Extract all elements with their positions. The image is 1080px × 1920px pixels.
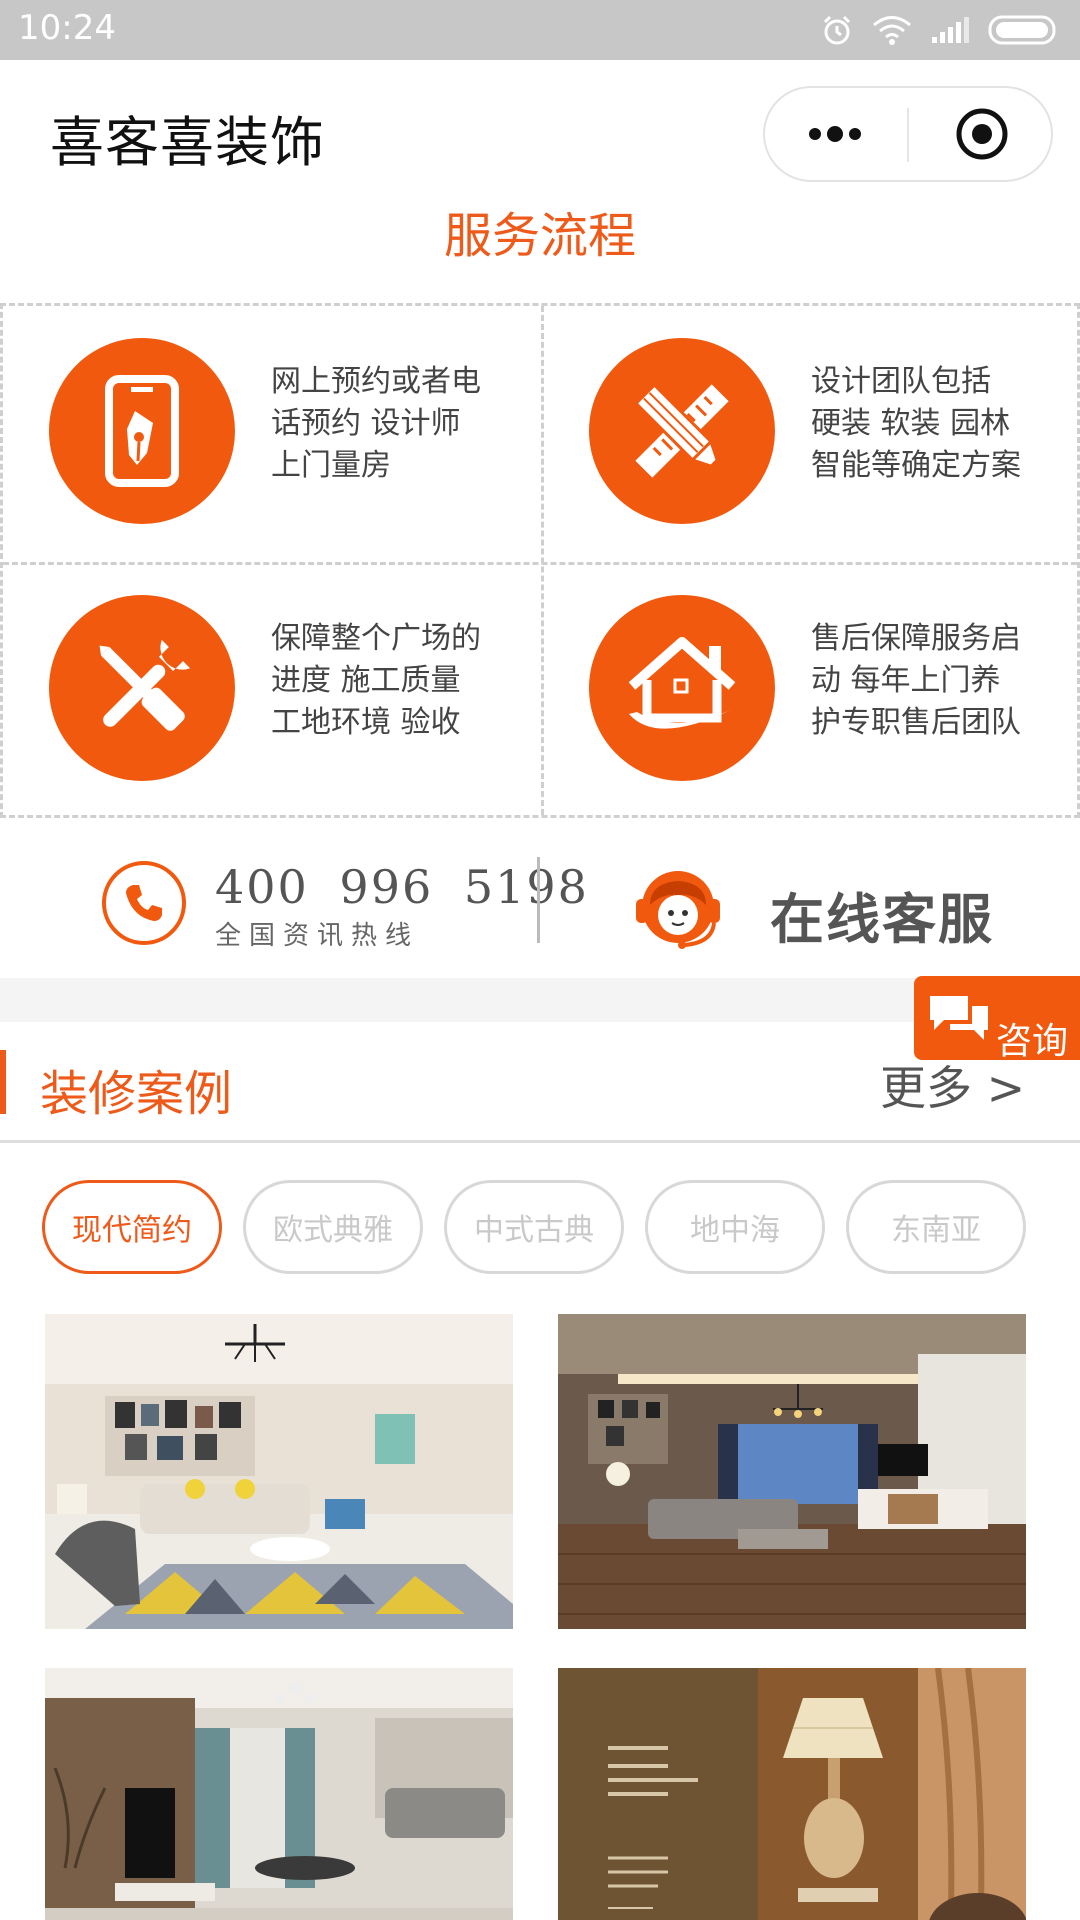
process-step-text: 设计团队包括 硬装 软装 园林 智能等确定方案 [811,361,1056,487]
wifi-icon [873,16,911,45]
filter-chinese-classical[interactable]: 中式古典 [444,1180,624,1274]
step-line: 工地环境 验收 [271,705,461,740]
signal-icon [932,17,969,43]
battery-icon [988,15,1056,45]
process-step-text: 网上预约或者电 话预约 设计师 上门量房 [271,361,516,487]
process-step-appointment[interactable]: 网上预约或者电 话预约 设计师 上门量房 [3,306,543,563]
filter-southeast-asian[interactable]: 东南亚 [846,1180,1026,1274]
phone-icon[interactable] [102,861,186,945]
process-step-construction[interactable]: 保障整个广场的 进度 施工质量 工地环境 验收 [3,563,543,820]
contact-bar: 400 996 5198 全国资讯热线 在线客服 [0,835,1080,975]
process-grid: 网上预约或者电 话预约 设计师 上门量房 设计团队包括 硬装 软装 园林 智能等… [0,303,1080,818]
nav-bar: 喜客喜装饰 [0,60,1080,206]
style-filter-tabs: 现代简约 欧式典雅 中式古典 地中海 东南亚 [42,1180,1052,1276]
pencil-ruler-icon [589,338,775,524]
step-line: 动 每年上门养 [811,663,1001,698]
step-line: 硬装 软装 园林 [811,406,1011,441]
capsule-divider [907,108,909,162]
close-mini-program-button[interactable] [910,88,1053,180]
more-dots-icon [809,126,861,142]
step-line: 话预约 设计师 [271,406,461,441]
case-photo-living-room-2[interactable] [558,1314,1026,1629]
cases-header: 装修案例 更多 > [0,1022,1080,1143]
tablet-pen-icon [49,338,235,524]
target-icon [956,108,1007,160]
header-divider [0,1140,1080,1143]
filter-mediterranean[interactable]: 地中海 [645,1180,825,1274]
filter-modern-minimal[interactable]: 现代简约 [42,1180,222,1274]
wrench-screwdriver-icon [49,595,235,781]
app-title: 喜客喜装饰 [50,111,325,174]
hotline-caption: 全国资讯热线 [215,921,420,951]
step-line: 网上预约或者电 [271,364,481,399]
more-cases-link[interactable]: 更多 > [880,1052,1025,1118]
step-line: 设计团队包括 [811,364,991,399]
step-line: 护专职售后团队 [811,705,1021,740]
step-line: 智能等确定方案 [811,448,1021,483]
status-bar: 10:24 [0,0,1080,60]
process-step-text: 保障整个广场的 进度 施工质量 工地环境 验收 [271,618,516,744]
online-service-label[interactable]: 在线客服 [770,875,994,954]
mini-program-capsule [763,86,1053,182]
alarm-icon [823,15,851,45]
step-line: 进度 施工质量 [271,663,461,698]
process-step-text: 售后保障服务启 动 每年上门养 护专职售后团队 [811,618,1056,744]
house-icon [589,595,775,781]
contact-divider [537,857,540,943]
hotline-number[interactable]: 400 996 5198 [215,860,589,914]
filter-european[interactable]: 欧式典雅 [243,1180,423,1274]
status-time: 10:24 [18,8,116,48]
cases-title: 装修案例 [40,1066,233,1122]
step-line: 保障整个广场的 [271,621,481,656]
process-title: 服务流程 [443,208,636,264]
section-accent-bar [0,1050,6,1114]
process-step-design[interactable]: 设计团队包括 硬装 软装 园林 智能等确定方案 [543,306,1080,563]
step-line: 上门量房 [271,448,391,483]
customer-service-icon[interactable] [628,855,728,955]
case-photo-living-room-3[interactable] [45,1668,513,1920]
status-icons [820,12,1060,48]
step-line: 售后保障服务启 [811,621,1021,656]
more-options-button[interactable] [765,88,905,180]
case-photo-living-room-1[interactable] [45,1314,513,1629]
process-step-aftersales[interactable]: 售后保障服务启 动 每年上门养 护专职售后团队 [543,563,1080,820]
case-photo-european-lamp[interactable] [558,1668,1026,1920]
